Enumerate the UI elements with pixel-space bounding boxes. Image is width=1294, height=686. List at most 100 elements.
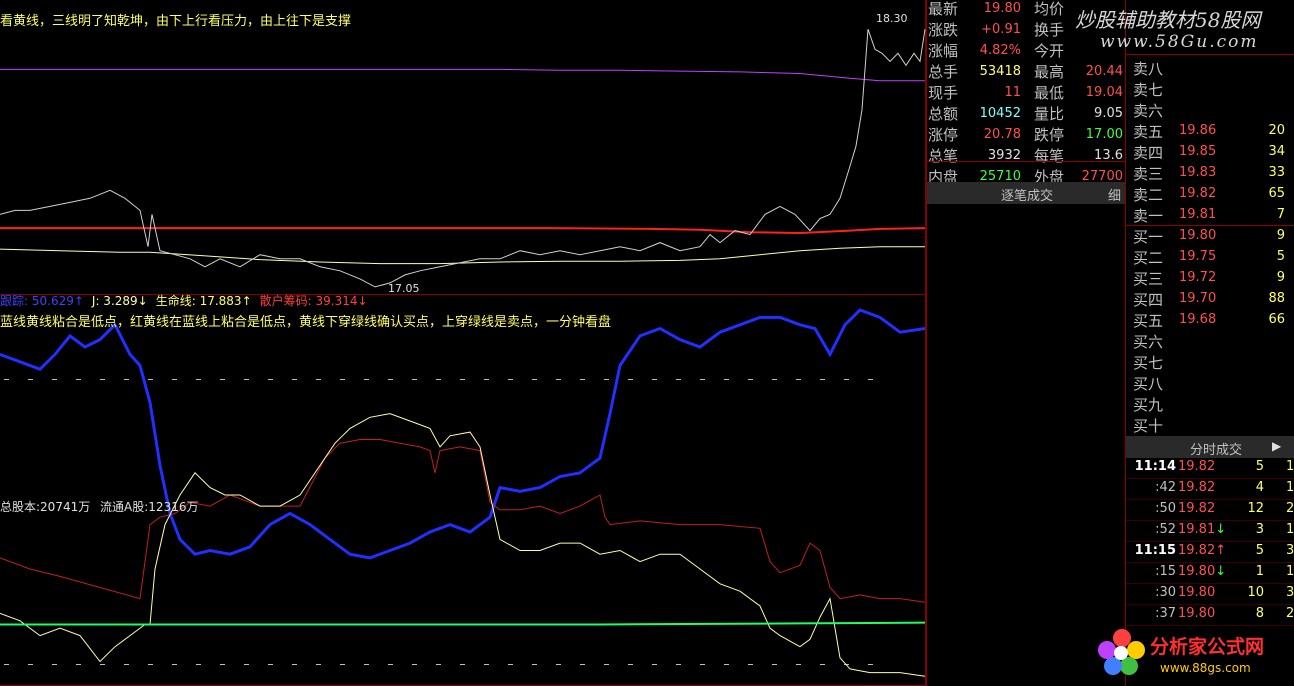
down-arrow-icon: ↓ <box>1215 564 1227 579</box>
tick-time: :52 <box>1155 522 1176 537</box>
quote-value: 11 <box>1004 85 1021 100</box>
tick-divider <box>1126 583 1294 584</box>
up-arrow-icon: ↑ <box>1215 543 1227 558</box>
book-price: 19.80 <box>1179 228 1217 243</box>
quote-row: 现手 11 最低 19.04 <box>927 82 1125 103</box>
tick-extra: 3 <box>1286 543 1294 558</box>
quote-key: 最新 <box>928 0 959 18</box>
legend-item-2: 生命线: 17.883↑ <box>155 294 252 308</box>
book-price: 19.82 <box>1179 186 1217 201</box>
total-shares: 总股本:20741万 <box>0 500 91 514</box>
flower-logo-icon <box>1098 629 1145 675</box>
bid-row[interactable]: 买九 <box>1126 394 1294 415</box>
book-level: 买四 <box>1133 291 1164 309</box>
quote-key: 总额 <box>928 105 959 123</box>
tick-volume: 12 <box>1247 501 1264 516</box>
price-series-3 <box>0 29 926 288</box>
ask-row[interactable]: 卖五 19.86 20 <box>1126 121 1294 142</box>
bid-row[interactable]: 买六 <box>1126 331 1294 352</box>
legend-item-3: 散户筹码: 39.314↓ <box>259 294 368 308</box>
indicator-series-生命线 <box>0 621 926 626</box>
bid-row[interactable]: 买八 <box>1126 373 1294 394</box>
quote-key: 今开 <box>1034 42 1065 60</box>
ask-row[interactable]: 卖八 <box>1126 58 1294 79</box>
bid-row[interactable]: 买三 19.72 9 <box>1126 268 1294 289</box>
tick-extra: 2 <box>1286 606 1294 621</box>
ask-row[interactable]: 卖六 <box>1126 100 1294 121</box>
book-level: 买三 <box>1133 270 1164 288</box>
tick-volume: 5 <box>1255 543 1264 558</box>
tick-volume: 8 <box>1255 606 1264 621</box>
chart-canvas[interactable] <box>0 0 926 686</box>
indicator-series-J <box>0 413 926 677</box>
book-level: 买五 <box>1133 312 1164 330</box>
price-series-2 <box>0 246 925 265</box>
tick-title[interactable]: 分时成交 <box>1190 439 1242 458</box>
bid-row[interactable]: 买七 <box>1126 352 1294 373</box>
tick-volume: 3 <box>1255 522 1264 537</box>
stream-detail-button[interactable]: 细 <box>1108 185 1121 204</box>
bid-row[interactable]: 买四 19.70 88 <box>1126 289 1294 310</box>
tick-divider <box>1126 499 1294 500</box>
share-info: 总股本:20741万 流通A股:12316万 <box>0 498 198 515</box>
watermark-top: 炒股辅助教材58股网 <box>1075 8 1261 32</box>
ask-row[interactable]: 卖七 <box>1126 79 1294 100</box>
ask-row[interactable]: 卖三 19.83 33 <box>1126 163 1294 184</box>
chart-area[interactable]: 看黄线，三线明了知乾坤，由下上行看压力，由上往下是支撑 18.30 17.05 … <box>0 0 926 686</box>
bid-row[interactable]: 买二 19.75 5 <box>1126 247 1294 268</box>
tick-row: :37 19.80 8 2 <box>1126 604 1294 625</box>
quote-separator <box>927 161 1125 162</box>
book-level: 卖七 <box>1133 81 1164 99</box>
indicator-panel-hint: 蓝线黄线粘合是低点，红黄线在蓝线上粘合是低点，黄线下穿绿线确认买点，上穿绿线是卖… <box>0 315 612 330</box>
tick-expand-icon[interactable]: ▶ <box>1272 439 1281 453</box>
tick-volume: 1 <box>1255 564 1264 579</box>
tick-time: :37 <box>1155 606 1176 621</box>
tick-time: 11:14 <box>1134 459 1176 474</box>
tick-divider <box>1126 520 1294 521</box>
indicator-legend: 跟踪: 50.629↑ J: 3.289↓ 生命线: 17.883↑ 散户筹码: 39… <box>0 292 376 309</box>
tick-price: 19.82 <box>1178 501 1216 516</box>
bid-row[interactable]: 买五 19.68 66 <box>1126 310 1294 331</box>
quote-row: 总笔 3932 每笔 13.6 <box>927 145 1125 166</box>
book-volume: 5 <box>1276 249 1285 264</box>
quote-key: 每笔 <box>1034 147 1065 165</box>
ask-row[interactable]: 卖二 19.82 65 <box>1126 184 1294 205</box>
stream-header[interactable]: 逐笔成交 细 <box>927 182 1125 204</box>
stream-title[interactable]: 逐笔成交 <box>1001 185 1053 204</box>
ask-row[interactable]: 卖四 19.85 34 <box>1126 142 1294 163</box>
book-price: 19.75 <box>1179 249 1217 264</box>
book-level: 买九 <box>1133 396 1164 414</box>
quote-key: 换手 <box>1034 21 1065 39</box>
ask-row[interactable]: 卖一 19.81 7 <box>1126 205 1294 226</box>
bid-row[interactable]: 买十 <box>1126 415 1294 436</box>
book-level: 卖四 <box>1133 144 1164 162</box>
tick-divider <box>1126 562 1294 563</box>
tick-time: :15 <box>1155 564 1176 579</box>
book-level: 卖五 <box>1133 123 1164 141</box>
tick-extra: 1 <box>1286 459 1294 474</box>
tick-price: 19.81↓ <box>1178 522 1227 537</box>
book-level: 买六 <box>1133 333 1164 351</box>
quote-key: 均价 <box>1034 0 1065 18</box>
tick-extra: 1 <box>1286 564 1294 579</box>
quote-key: 总笔 <box>928 147 959 165</box>
quote-value: 20.78 <box>983 127 1021 142</box>
quote-key: 最低 <box>1034 84 1065 102</box>
book-volume: 65 <box>1268 186 1285 201</box>
book-volume: 33 <box>1268 165 1285 180</box>
tick-price: 19.82↑ <box>1178 543 1227 558</box>
book-level: 卖二 <box>1133 186 1164 204</box>
book-level: 买八 <box>1133 375 1164 393</box>
quote-value: 19.80 <box>983 1 1021 16</box>
tick-time: 11:15 <box>1134 543 1176 558</box>
price-panel-hint: 看黄线，三线明了知乾坤，由下上行看压力，由上往下是支撑 <box>0 14 352 29</box>
tick-divider <box>1126 604 1294 605</box>
book-level: 买七 <box>1133 354 1164 372</box>
watermark-bottom-url: www.88gs.com <box>1160 661 1251 675</box>
quote-key: 总手 <box>928 63 959 81</box>
bid-row[interactable]: 买一 19.80 9 <box>1126 226 1294 247</box>
quote-panel: 最新 19.80 均价 涨跌 +0.91 换手 涨幅 4.82% 今开 总手 53418 最高 20.4… <box>926 0 1125 686</box>
tick-header[interactable]: 分时成交 ▶ <box>1126 436 1294 458</box>
watermark-bottom: 分析家公式网 <box>1150 636 1265 658</box>
book-volume: 20 <box>1268 123 1285 138</box>
